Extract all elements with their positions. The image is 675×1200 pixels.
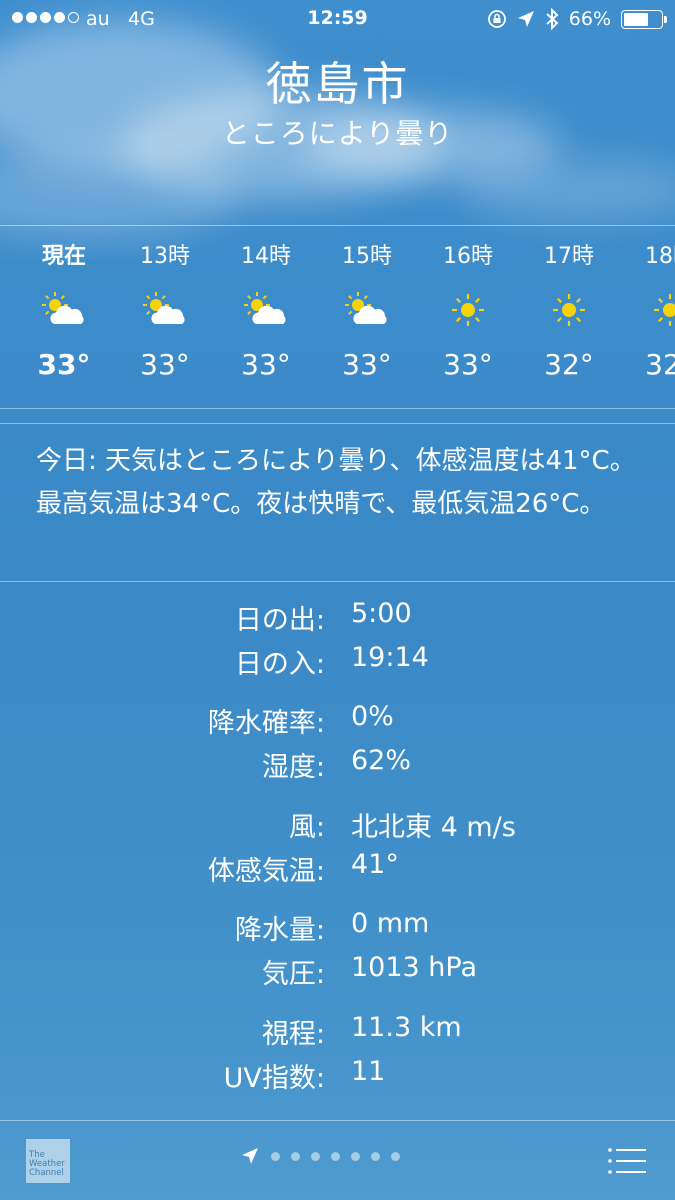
hour-temp: 33° <box>342 348 392 381</box>
divider <box>0 423 675 424</box>
detail-label: 日の入: <box>234 649 325 680</box>
detail-value: 0 mm <box>351 908 430 939</box>
detail-label: UV指数: <box>223 1063 325 1094</box>
battery-percent: 66% <box>568 8 611 30</box>
detail-label: 降水量: <box>234 915 325 946</box>
sun-icon <box>452 294 484 326</box>
detail-label: 視程: <box>261 1019 325 1050</box>
city-name: 徳島市 <box>265 57 410 111</box>
daily-summary: 今日: 天気はところにより曇り、体感温度は41°C。最高気温は34°C。夜は快晴… <box>36 446 636 519</box>
detail-row: 日の出: 5:00 <box>0 598 675 638</box>
hour-label: 17時 <box>544 244 594 269</box>
hour-label: 16時 <box>443 244 493 269</box>
hour-column: 13時 33° <box>115 226 215 381</box>
hour-icon <box>317 280 417 340</box>
page-dot[interactable] <box>371 1151 380 1161</box>
detail-value: 11 <box>351 1056 386 1087</box>
detail-label: 降水確率: <box>207 708 325 739</box>
page-dot[interactable] <box>291 1151 300 1161</box>
hour-icon <box>115 280 215 340</box>
detail-row: 視程: 11.3 km <box>0 1012 675 1052</box>
detail-row: 降水量: 0 mm <box>0 908 675 948</box>
partly-cloudy-icon <box>345 292 387 324</box>
detail-label: 気圧: <box>261 959 325 990</box>
hour-icon <box>14 280 114 340</box>
hour-column: 16時 33° <box>418 226 518 381</box>
battery-icon <box>621 9 667 29</box>
partly-cloudy-icon <box>244 292 286 324</box>
detail-row: 風: 北北東 4 m/s <box>0 805 675 845</box>
status-bar: au 4G 12:59 66% <box>0 0 675 38</box>
hour-temp: 32° <box>544 348 594 381</box>
detail-label: 風: <box>288 812 325 843</box>
page-dot[interactable] <box>311 1151 320 1161</box>
sun-icon <box>654 294 675 326</box>
hour-column: 18時 32° <box>620 226 675 381</box>
detail-row: 降水確率: 0% <box>0 701 675 741</box>
bluetooth-icon <box>546 8 559 30</box>
hour-temp: 33° <box>37 348 91 381</box>
hour-temp: 33° <box>443 348 493 381</box>
detail-row: 体感気温: 41° <box>0 849 675 889</box>
hour-temp: 33° <box>140 348 190 381</box>
weather-channel-logo[interactable]: The Weather Channel <box>26 1139 70 1183</box>
hour-label: 15時 <box>342 244 392 269</box>
detail-value: 1013 hPa <box>351 952 478 983</box>
partly-cloudy-icon <box>42 292 84 324</box>
hour-column: 15時 33° <box>317 226 417 381</box>
divider <box>0 408 675 409</box>
detail-value: 5:00 <box>351 598 412 629</box>
page-indicator[interactable] <box>240 1146 400 1166</box>
hour-icon <box>620 280 675 340</box>
hour-icon <box>418 280 518 340</box>
hour-column: 17時 32° <box>519 226 619 381</box>
sun-icon <box>553 294 585 326</box>
current-condition: ところにより曇り <box>221 117 454 150</box>
divider <box>0 581 675 582</box>
detail-value: 11.3 km <box>351 1012 462 1043</box>
detail-label: 体感気温: <box>207 856 325 887</box>
bottom-toolbar: The Weather Channel <box>0 1120 675 1200</box>
detail-row: UV指数: 11 <box>0 1056 675 1096</box>
hour-column: 現在 33° <box>14 226 114 381</box>
location-arrow-icon[interactable] <box>240 1146 260 1166</box>
hour-label: 現在 <box>41 244 86 269</box>
detail-value: 19:14 <box>351 642 429 673</box>
detail-row: 湿度: 62% <box>0 745 675 785</box>
detail-row: 日の入: 19:14 <box>0 642 675 682</box>
hour-icon <box>519 280 619 340</box>
hour-temp: 32° <box>645 348 675 381</box>
page-dot[interactable] <box>271 1151 280 1161</box>
hour-icon <box>216 280 316 340</box>
detail-value: 0% <box>351 701 394 732</box>
hour-label: 14時 <box>241 244 291 269</box>
detail-label: 日の出: <box>234 605 325 636</box>
orientation-lock-icon <box>487 10 506 28</box>
detail-value: 北北東 4 m/s <box>351 812 516 843</box>
list-icon[interactable] <box>607 1146 647 1176</box>
page-dot[interactable] <box>351 1151 360 1161</box>
detail-value: 62% <box>351 745 412 776</box>
hour-temp: 33° <box>241 348 291 381</box>
hourly-forecast[interactable]: 現在 33° 13時 33° 14時 33° 15時 33° 16時 33° 17時 32… <box>0 226 675 408</box>
detail-row: 気圧: 1013 hPa <box>0 952 675 992</box>
hour-label: 13時 <box>140 244 190 269</box>
page-dot[interactable] <box>391 1151 400 1161</box>
hour-label: 18時 <box>645 244 675 269</box>
location-icon <box>517 11 534 27</box>
detail-label: 湿度: <box>261 752 325 783</box>
detail-value: 41° <box>351 849 399 880</box>
page-dot[interactable] <box>331 1151 340 1161</box>
partly-cloudy-icon <box>143 292 185 324</box>
hour-column: 14時 33° <box>216 226 316 381</box>
